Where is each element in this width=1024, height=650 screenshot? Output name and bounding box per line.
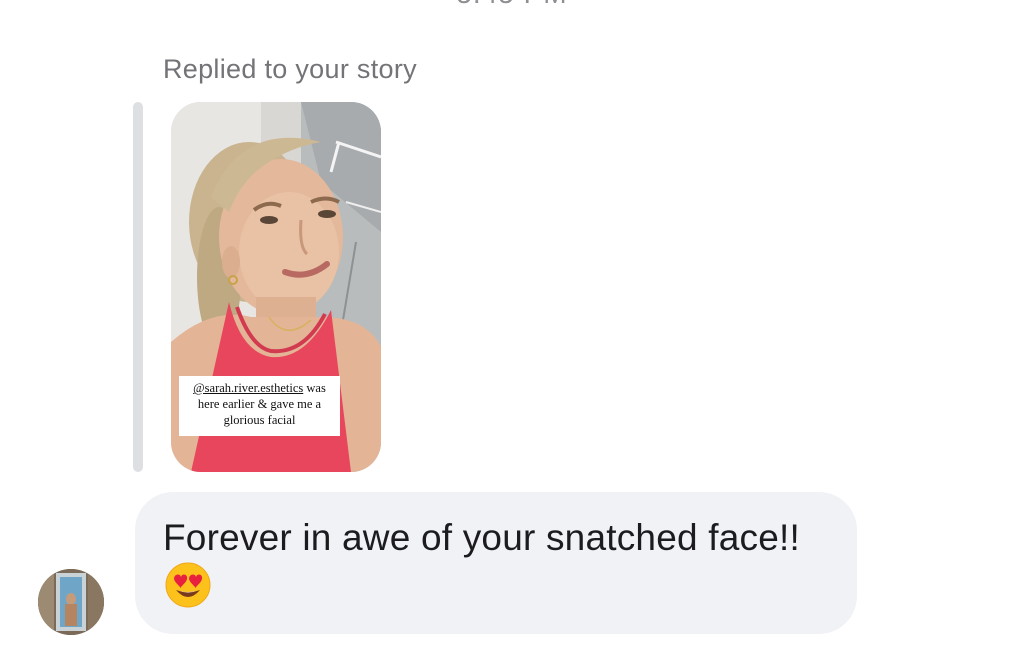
story-caption-mention[interactable]: @sarah.river.esthetics [193,381,303,395]
heart-eyes-emoji-icon [165,562,211,608]
story-thumbnail[interactable]: @sarah.river.esthetics was here earlier … [171,102,381,472]
story-caption: @sarah.river.esthetics was here earlier … [179,376,340,436]
sender-avatar[interactable] [38,569,104,635]
message-text: Forever in awe of your snatched face!! [163,517,800,558]
avatar-photo [38,569,104,635]
message-bubble[interactable]: Forever in awe of your snatched face!! [135,492,857,634]
dm-thread: 5:45 PM Replied to your story [0,0,1024,650]
reply-quote-bar [133,102,143,472]
message-timestamp: 5:45 PM [0,0,1024,10]
story-reply-label: Replied to your story [163,54,417,84]
